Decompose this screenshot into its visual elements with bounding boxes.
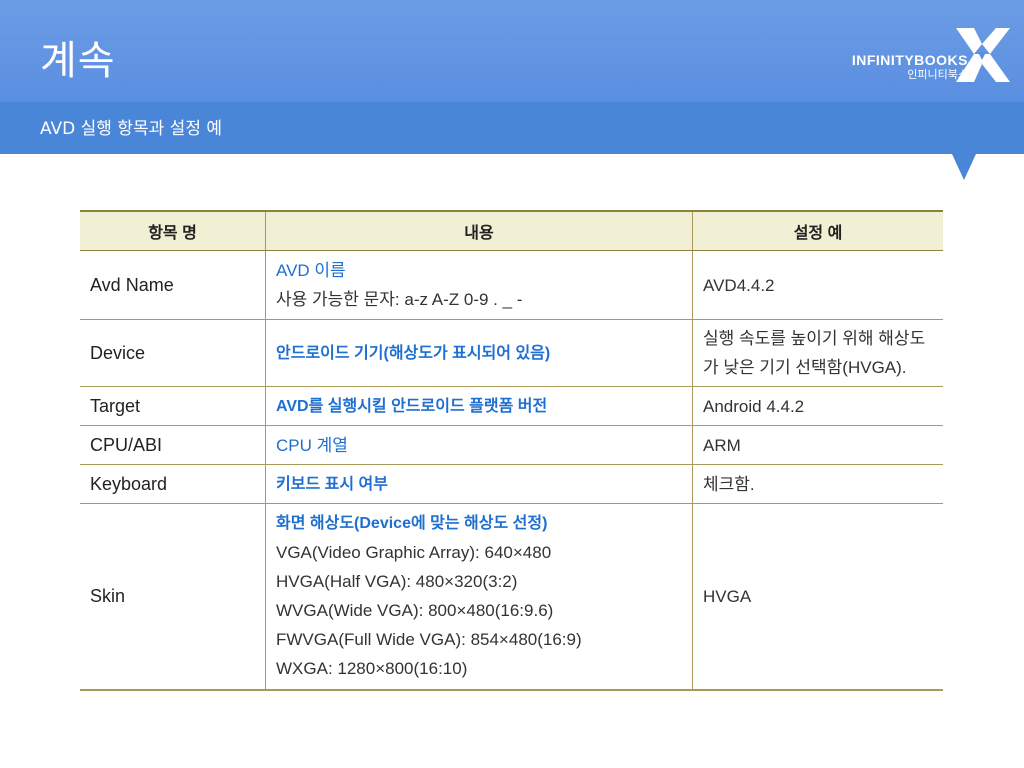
row-item: Device — [80, 319, 266, 387]
row-content: 안드로이드 기기(해상도가 표시되어 있음) — [265, 319, 693, 387]
row-content-line: 사용 가능한 문자: a-z A-Z 0-9 . _ - — [276, 290, 523, 309]
row-item: Avd Name — [80, 250, 266, 320]
row-example-line: AVD4.4.2 — [703, 275, 775, 295]
row-example: HVGA — [692, 503, 943, 691]
table-row-avd-name: Avd Name AVD 이름 사용 가능한 문자: a-z A-Z 0-9 .… — [80, 250, 943, 320]
row-content-title: 키보드 표시 여부 — [276, 475, 388, 493]
row-content-title: 화면 해상도(Device에 맞는 해상도 선정) — [276, 515, 548, 533]
table-row-cpu-abi: CPU/ABI CPU 계열 ARM — [80, 425, 943, 465]
row-example-line: Android 4.4.2 — [703, 396, 805, 416]
row-example-line: 가 낮은 기기 선택함(HVGA). — [703, 358, 907, 377]
row-example: Android 4.4.2 — [692, 386, 943, 426]
row-content-line: HVGA(Half VGA): 480×320(3:2) — [276, 572, 518, 592]
row-example: ARM — [692, 425, 943, 465]
header-item: 항목 명 — [80, 210, 266, 251]
row-content-line: WXGA: 1280×800(16:10) — [276, 659, 468, 679]
header-content: 내용 — [265, 210, 693, 251]
row-content: 키보드 표시 여부 — [265, 464, 693, 504]
row-item: Target — [80, 386, 266, 426]
row-content: CPU 계열 — [265, 425, 693, 465]
logo-korean: 인피니티북스 — [907, 68, 968, 81]
logo-name: INFINITYBOOKS — [851, 52, 968, 68]
publisher-logo-text: INFINITYBOOKS 인피니티북스 — [834, 52, 968, 81]
row-example-line: 실행 속도를 높이기 위해 해상도 — [703, 329, 926, 348]
slide-header: 계속 INFINITYBOOKS 인피니티북스 — [0, 0, 1024, 102]
table-row-target: Target AVD를 실행시킬 안드로이드 플랫폼 버전 Android 4.… — [80, 386, 943, 426]
header-example: 설정 예 — [692, 210, 943, 251]
row-content: AVD를 실행시킬 안드로이드 플랫폼 버전 — [265, 386, 693, 426]
row-content: AVD 이름 사용 가능한 문자: a-z A-Z 0-9 . _ - — [265, 250, 693, 320]
row-example: 체크함. — [692, 464, 943, 504]
row-content-line: WVGA(Wide VGA): 800×480(16:9.6) — [276, 601, 554, 621]
row-content-line: VGA(Video Graphic Array): 640×480 — [276, 543, 552, 563]
row-example: 실행 속도를 높이기 위해 해상도 가 낮은 기기 선택함(HVGA). — [692, 319, 943, 387]
slide-subtitle: AVD 실행 항목과 설정 예 — [40, 119, 222, 139]
row-item: CPU/ABI — [80, 425, 266, 465]
row-content-title: AVD 이름 — [276, 261, 346, 280]
row-content-title: 안드로이드 기기(해상도가 표시되어 있음) — [276, 344, 551, 362]
avd-settings-table: 항목 명 내용 설정 예 Avd Name AVD 이름 사용 가능한 문자: … — [80, 210, 943, 691]
row-example: AVD4.4.2 — [692, 250, 943, 320]
table-row-skin: Skin 화면 해상도(Device에 맞는 해상도 선정) VGA(Video… — [80, 503, 943, 691]
row-example-line: ARM — [703, 435, 741, 455]
table-row-keyboard: Keyboard 키보드 표시 여부 체크함. — [80, 464, 943, 504]
row-content-title: CPU 계열 — [276, 435, 348, 455]
row-content: 화면 해상도(Device에 맞는 해상도 선정) VGA(Video Grap… — [265, 503, 693, 691]
slide-subtitle-bar: AVD 실행 항목과 설정 예 — [0, 102, 1024, 154]
row-example-line: 체크함. — [703, 474, 755, 494]
row-item: Skin — [80, 503, 266, 691]
row-item: Keyboard — [80, 464, 266, 504]
row-example-line: HVGA — [703, 586, 752, 606]
row-content-title: AVD를 실행시킬 안드로이드 플랫폼 버전 — [276, 397, 548, 415]
slide-title: 계속 — [40, 38, 116, 84]
table-row-device: Device 안드로이드 기기(해상도가 표시되어 있음) 실행 속도를 높이기… — [80, 319, 943, 387]
table-header-row: 항목 명 내용 설정 예 — [80, 210, 943, 251]
infinitybooks-logo-icon — [956, 28, 1010, 82]
row-content-line: FWVGA(Full Wide VGA): 854×480(16:9) — [276, 630, 582, 650]
pointer-triangle — [952, 154, 976, 180]
